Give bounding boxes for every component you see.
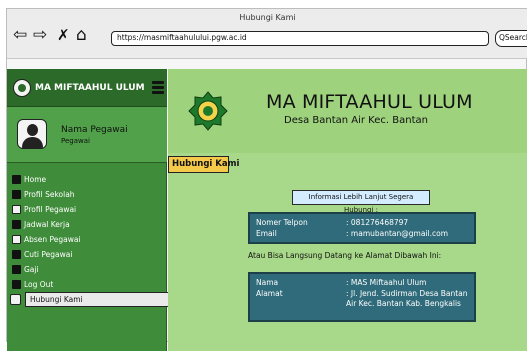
sidebar-item-label: Home	[24, 175, 47, 184]
forward-arrow-icon[interactable]: ⇨	[33, 27, 47, 44]
address-heading: Atau Bisa Langsung Datang ke Alamat Diba…	[248, 251, 442, 260]
sidebar-item-profil-sekolah[interactable]: Profil Sekolah	[7, 187, 167, 202]
search-button[interactable]: QSearch	[495, 30, 527, 47]
logout-icon	[12, 280, 21, 289]
sidebar-item-cuti-pegawai[interactable]: Cuti Pegawai	[7, 247, 167, 262]
header-banner: MA MIFTAAHUL ULUM Desa Bantan Air Kec. B…	[168, 69, 527, 153]
browser-window: Hubungi Kami ⇦ ⇨ ✗ ⌂ https://masmiftaahu…	[6, 8, 527, 351]
sidebar-item-label: Hubungi Kami	[30, 295, 83, 304]
back-arrow-icon[interactable]: ⇦	[13, 27, 27, 44]
phone-value: : 081276468797	[346, 218, 409, 227]
brand-name: MA MIFTAAHUL ULUM	[35, 83, 145, 93]
url-bar[interactable]: https://masmiftaahulului.pgw.ac.id	[111, 31, 489, 46]
attendance-icon	[12, 235, 21, 244]
school-icon	[12, 190, 21, 199]
salary-icon	[12, 265, 21, 274]
page-title: MA MIFTAAHUL ULUM	[266, 91, 473, 113]
avatar	[17, 119, 47, 149]
sidebar-item-label: Profil Sekolah	[24, 190, 75, 199]
sidebar-item-hubungi-kami[interactable]: Hubungi Kami	[10, 292, 171, 307]
address-card: Nama : MAS Miftaahul Ulum Alamat : Jl. J…	[248, 272, 476, 322]
user-panel: Nama Pegawai Pegawai	[7, 107, 167, 163]
close-icon[interactable]: ✗	[57, 27, 70, 44]
home-icon	[12, 175, 21, 184]
profile-icon	[12, 205, 21, 214]
contact-us-button[interactable]: Hubungi Kami	[168, 156, 239, 173]
window-title: Hubungi Kami	[239, 13, 296, 22]
phone-icon	[10, 294, 21, 305]
school-logo-icon	[13, 79, 31, 97]
user-name: Nama Pegawai	[61, 125, 128, 135]
sidebar-item-label: Cuti Pegawai	[24, 250, 73, 259]
sidebar-item-label: Log Out	[24, 280, 54, 289]
school-emblem-icon	[188, 91, 228, 131]
name-value: : MAS Miftaahul Ulum	[346, 278, 427, 287]
address-value: : Jl. Jend. Sudirman Desa Bantan Air Kec…	[346, 289, 468, 308]
sidebar-menu: Home Profil Sekolah Profil Pegawai Jadwa…	[7, 172, 171, 307]
home-icon[interactable]: ⌂	[76, 27, 87, 44]
main-content: MA MIFTAAHUL ULUM Desa Bantan Air Kec. B…	[168, 69, 527, 351]
sidebar-item-absen-pegawai[interactable]: Absen Pegawai	[7, 232, 167, 247]
contact-card: Nomer Telpon : 081276468797 Email : mamu…	[248, 212, 476, 244]
browser-toolbar: Hubungi Kami ⇦ ⇨ ✗ ⌂ https://masmiftaahu…	[7, 9, 527, 59]
leave-icon	[12, 250, 21, 259]
email-label: Email	[256, 229, 277, 238]
sidebar-brand: MA MIFTAAHUL ULUM	[7, 69, 167, 107]
user-role: Pegawai	[61, 137, 90, 145]
name-label: Nama	[256, 278, 279, 287]
sidebar: MA MIFTAAHUL ULUM Nama Pegawai Pegawai H…	[7, 69, 171, 351]
phone-label: Nomer Telpon	[256, 218, 308, 227]
sidebar-item-label: Gaji	[24, 265, 39, 274]
calendar-icon	[12, 220, 21, 229]
sidebar-item-gaji[interactable]: Gaji	[7, 262, 167, 277]
sidebar-item-jadwal-kerja[interactable]: Jadwal Kerja	[7, 217, 167, 232]
address-label: Alamat	[256, 289, 283, 298]
sidebar-item-home[interactable]: Home	[7, 172, 167, 187]
sidebar-item-label: Jadwal Kerja	[24, 220, 70, 229]
page-subtitle: Desa Bantan Air Kec. Bantan	[284, 115, 428, 126]
email-value[interactable]: : mamubantan@gmail.com	[346, 229, 496, 239]
info-heading: Informasi Lebih Lanjut Segera Hubungi :	[292, 190, 430, 214]
sidebar-item-profil-pegawai[interactable]: Profil Pegawai	[7, 202, 167, 217]
sidebar-item-label: Profil Pegawai	[24, 205, 77, 214]
hamburger-menu-icon[interactable]	[152, 81, 164, 95]
sidebar-item-label: Absen Pegawai	[24, 235, 81, 244]
sidebar-item-log-out[interactable]: Log Out	[7, 277, 167, 292]
